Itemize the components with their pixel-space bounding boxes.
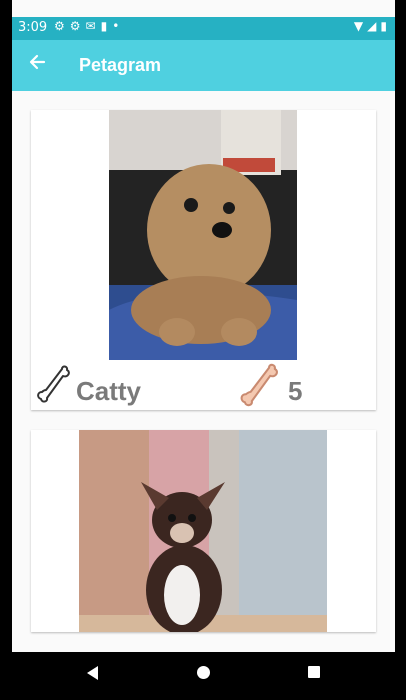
battery-icon: ▮ xyxy=(380,19,387,33)
pet-card xyxy=(31,430,376,632)
status-time: 3:09 xyxy=(18,20,48,35)
app-title: Petagram xyxy=(79,55,162,75)
pet-name: Catty xyxy=(76,376,142,406)
wifi-icon: ▼ xyxy=(353,19,364,33)
signal-icon: ◢ xyxy=(367,19,377,33)
dot-icon: • xyxy=(112,19,120,33)
gear-icon: ⚙ xyxy=(54,19,65,33)
status-system-icons: ▼ ◢ ▮ xyxy=(354,19,387,33)
navigation-bar xyxy=(12,652,395,700)
like-count: 5 xyxy=(288,376,303,406)
nav-back-icon[interactable] xyxy=(87,666,98,680)
pet-card: Catty 5 xyxy=(31,110,376,410)
nav-recent-apps-icon[interactable] xyxy=(308,666,320,678)
app-bar: Petagram xyxy=(12,40,395,91)
arrow-back-icon[interactable] xyxy=(28,52,48,78)
gear-icon: ⚙ xyxy=(69,19,81,33)
phone-screen: 3:09 ⚙ ⚙ ✉ ▮ • ▼ ◢ ▮ Petagram Catty 5 xyxy=(12,0,395,700)
pet-photo xyxy=(109,110,297,360)
pet-info-row: Catty 5 xyxy=(31,360,376,410)
nav-home-icon[interactable] xyxy=(197,666,210,679)
bone-like-icon[interactable] xyxy=(35,364,75,404)
mail-icon: ✉ xyxy=(85,19,96,33)
status-notification-icons: ⚙ ⚙ ✉ ▮ • xyxy=(54,19,119,33)
bone-rating-icon xyxy=(238,362,284,408)
sdcard-icon: ▮ xyxy=(100,19,108,33)
status-bar: 3:09 ⚙ ⚙ ✉ ▮ • ▼ ◢ ▮ xyxy=(12,17,395,40)
pet-photo xyxy=(79,430,327,632)
